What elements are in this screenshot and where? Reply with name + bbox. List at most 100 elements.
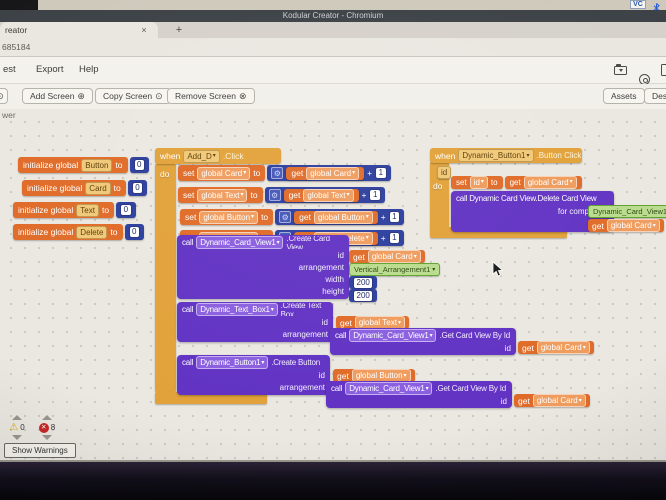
block-call-get-card-view-by-id[interactable]: call Dynamic_Card_View1▾ .Get Card View … [330,328,516,355]
event-component-dropdown[interactable]: Dynamic_Button1▾ [458,149,533,162]
variable-dropdown[interactable]: global Button▾ [199,211,258,224]
show-warnings-button[interactable]: Show Warnings [4,443,76,458]
menu-help[interactable]: Help [79,64,99,75]
mutator-gear-icon[interactable]: ⚙ [279,211,291,223]
number-field[interactable]: 0 [132,182,143,194]
event-component-dropdown[interactable]: Add_D▾ [183,150,219,163]
component-dropdown[interactable]: Dynamic_Card_View1▾ [345,382,432,395]
block-number-width[interactable]: 200 [349,276,377,289]
number-field[interactable]: 0 [120,204,131,216]
error-down-icon[interactable] [42,435,52,440]
chevron-down-icon: ▾ [398,320,401,326]
block-get-variable[interactable]: get global Text▾ [284,189,359,202]
number-field[interactable]: 0 [134,159,145,171]
number-field[interactable]: 0 [129,226,140,238]
block-call-create-text-box[interactable]: call Dynamic_Text_Box1▾ .Create Text Box… [177,302,333,342]
variable-name-field[interactable]: Delete [76,226,107,239]
variable-dropdown[interactable]: global Card▾ [368,250,421,263]
block-math-add[interactable]: ⚙ get global Card▾ + 1 [267,165,390,181]
block-when-add-click[interactable]: when Add_D▾ .Click [155,148,281,164]
variable-name-field[interactable]: Text [76,204,99,217]
component-dropdown[interactable]: Dynamic_Button1▾ [196,356,268,369]
warning-count: 0 [20,423,24,432]
variable-dropdown[interactable]: global Card▾ [533,394,586,407]
block-get-global-card[interactable]: get global Card▾ [518,341,594,354]
block-math-add[interactable]: ⚙ get global Button▾ + 1 [275,209,404,225]
block-init-global-text[interactable]: initialize global Text to 0 [13,202,136,218]
block-math-add[interactable]: ⚙ get global Text▾ + 1 [265,187,385,203]
variable-name-field[interactable]: Card [85,182,110,195]
block-when-button-click[interactable]: when Dynamic_Button1▾ .Button Click [430,148,582,163]
block-get-global-card[interactable]: get global Card▾ [514,394,590,407]
block-component-vertical-arrangement[interactable]: Vertical_Arrangement1▾ [349,263,440,276]
variable-dropdown[interactable]: global Card▾ [537,341,590,354]
component-dropdown[interactable]: Dynamic_Card_View1▾ [349,329,436,342]
variable-dropdown[interactable]: global Card▾ [197,167,250,180]
variable-dropdown[interactable]: id▾ [470,176,488,189]
variable-dropdown[interactable]: global Button▾ [314,211,373,224]
number-field[interactable]: 1 [389,211,400,223]
number-field[interactable]: 1 [369,189,380,201]
mutator-gear-icon[interactable]: ⚙ [269,189,281,201]
new-tab-button[interactable]: + [172,23,186,37]
component-dropdown[interactable]: Dynamic_Text_Box1▾ [196,303,277,316]
variable-name-field[interactable]: Button [81,159,112,172]
export-project-icon[interactable] [614,66,627,75]
block-get-variable[interactable]: get global Card▾ [286,167,364,180]
block-call-get-card-view-by-id[interactable]: call Dynamic_Card_View1▾ .Get Card View … [326,381,512,408]
copy-screen-button[interactable]: Copy Screen ⊙ [95,88,171,104]
variable-dropdown[interactable]: global Text▾ [197,189,247,202]
block-get-global-card[interactable]: get global Card▾ [588,219,664,232]
block-get-variable[interactable]: get global Button▾ [294,211,378,224]
tab-close-icon[interactable]: × [138,24,150,36]
block-set-global-card[interactable]: set global Card▾ to ⚙ get global Card▾ +… [178,165,391,181]
chevron-down-icon: ▾ [366,214,369,220]
get-label: get [299,212,311,222]
menu-test[interactable]: est [3,64,16,75]
error-up-icon[interactable] [42,415,52,420]
number-field[interactable]: 1 [389,232,400,244]
event-block-spine[interactable] [155,164,176,392]
block-number-height[interactable]: 200 [349,289,377,302]
component-dropdown[interactable]: Dynamic_Card_View1▾ [196,236,283,249]
block-get-global-card[interactable]: get global Card▾ [349,250,425,263]
block-set-global-text[interactable]: set global Text▾ to ⚙ get global Text▾ +… [178,187,385,203]
block-component-dynamic-card-view[interactable]: Dynamic_Card_View1 [588,205,666,218]
partial-toolbar-icon[interactable] [661,64,666,76]
add-screen-button[interactable]: Add Screen ⊕ [22,88,93,104]
variable-dropdown[interactable]: global Card▾ [607,219,660,232]
warning-icon: ⚠ [9,423,18,433]
url-bar[interactable]: 685184 [0,38,666,57]
designer-button[interactable]: Desig [644,88,666,104]
block-get-variable[interactable]: get global Card▾ [505,176,582,189]
block-call-create-button[interactable]: call Dynamic_Button1▾ .Create Button id … [177,355,330,395]
mutator-gear-icon[interactable]: ⚙ [271,167,283,179]
variable-dropdown[interactable]: global Card▾ [524,176,577,189]
partial-screen-button[interactable]: ⊙ [0,88,8,104]
number-field[interactable]: 1 [375,167,386,179]
init-label: initialize global [27,183,82,193]
warning-down-icon[interactable] [12,435,22,440]
event-param-chip[interactable]: id [437,166,451,179]
warning-up-icon[interactable] [12,415,22,420]
menu-export[interactable]: Export [36,64,63,75]
block-init-global-card[interactable]: initialize global Card to 0 [22,180,147,196]
assets-button[interactable]: Assets [603,88,645,104]
keyboard-layout-indicator[interactable]: VC [630,0,646,9]
variable-dropdown[interactable]: global Text▾ [303,189,353,202]
block-call-create-card-view[interactable]: call Dynamic_Card_View1▾ .Create Card Vi… [177,235,349,299]
browser-tab[interactable]: reator × [0,22,158,38]
get-label: get [291,168,303,178]
variable-dropdown[interactable]: global Card▾ [306,167,359,180]
init-label: initialize global [18,227,73,237]
block-set-global-button[interactable]: set global Button▾ to ⚙ get global Butto… [180,209,404,225]
blocks-canvas[interactable]: wer initialize global Button to 0 initia… [0,109,666,462]
remove-screen-button[interactable]: Remove Screen ⊗ [167,88,255,104]
chevron-down-icon: ▾ [347,192,350,198]
mouse-cursor [492,261,504,284]
block-init-global-delete[interactable]: initialize global Delete to 0 [13,224,144,240]
block-set-id[interactable]: set id▾ to get global Card▾ [451,175,582,189]
get-label: get [510,178,521,187]
block-init-global-button[interactable]: initialize global Button to 0 [18,157,149,173]
get-label: get [337,371,349,381]
